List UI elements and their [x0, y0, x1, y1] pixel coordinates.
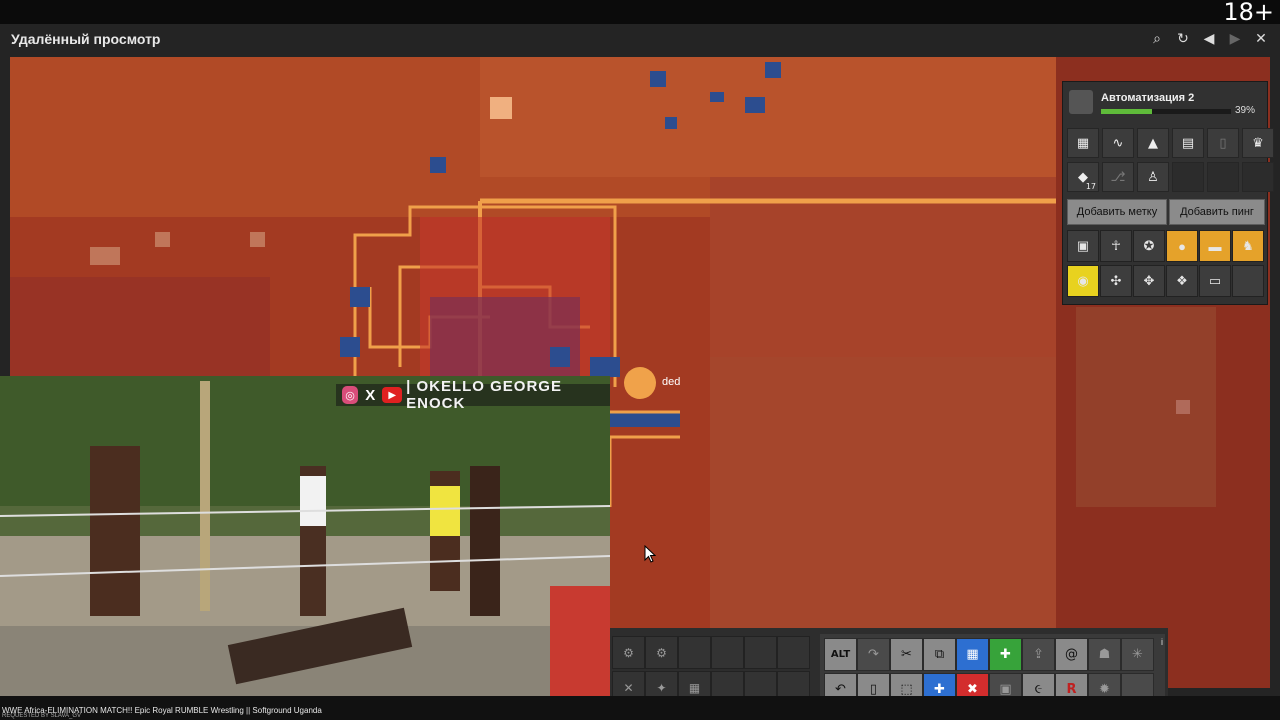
youtube-icon: ▶ [382, 387, 403, 403]
walker-icon[interactable]: ☥ [1100, 230, 1132, 262]
window-title: Удалённый просмотр [11, 31, 161, 47]
mouse-cursor-icon [644, 545, 656, 563]
map-pin-icon[interactable]: ◉ [1067, 265, 1099, 297]
empty-slot [1207, 162, 1239, 192]
person-icon[interactable]: ♙ [1137, 162, 1169, 192]
player-marker[interactable] [624, 367, 656, 399]
copy-icon[interactable]: ⧉ [923, 638, 956, 671]
fire-icon[interactable]: ● [1166, 230, 1198, 262]
empty-slot [1172, 162, 1204, 192]
pulse-icon[interactable]: ∿ [1102, 128, 1134, 158]
prev-icon[interactable]: ◀ [1198, 28, 1220, 50]
graduation-icon[interactable]: ◆ 17 [1067, 162, 1099, 192]
search-icon[interactable]: ⌕ [1146, 28, 1168, 50]
quickbar-slot[interactable]: ⚙ [645, 636, 678, 669]
rocket-icon[interactable]: ▲ [1137, 128, 1169, 158]
info-icon[interactable]: i [1161, 637, 1163, 647]
graduation-count: 17 [1085, 182, 1096, 191]
quickbar-slot[interactable] [744, 636, 777, 669]
redo-icon[interactable]: ↷ [857, 638, 890, 671]
video-overlay[interactable]: ◎ X ▶ | OKELLO GEORGE ENOCK [0, 376, 610, 706]
quickbar-slot[interactable] [711, 636, 744, 669]
blueprint-book-icon[interactable]: ▦ [956, 638, 989, 671]
creature-icon[interactable]: ❖ [1166, 265, 1198, 297]
empty-tag-slot [1232, 265, 1264, 297]
automation-row-2: ◆ 17 ⎇ ♙ [1067, 162, 1274, 192]
upgrade-icon[interactable]: ⇪ [1022, 638, 1055, 671]
add-tag-button[interactable]: Добавить метку [1067, 199, 1167, 225]
green-planner-icon[interactable]: ✚ [989, 638, 1022, 671]
automation-title: Автоматизация 2 [1101, 92, 1195, 104]
alt-mode-button[interactable]: ALT [824, 638, 857, 671]
trash-icon[interactable]: ▯ [1207, 128, 1239, 158]
quickbar-slot[interactable] [678, 636, 711, 669]
window-controls: ⌕ ↻ ◀ ▶ ✕ [1146, 28, 1272, 50]
quickbar-slot[interactable]: ⚙ [612, 636, 645, 669]
quickbar-slots: ⚙ ⚙ ✕ ✦ ▦ [612, 636, 810, 704]
automation-progress-fill [1101, 109, 1152, 114]
refresh-icon[interactable]: ↻ [1172, 28, 1194, 50]
tank-icon[interactable]: ▬ [1199, 230, 1231, 262]
empty-slot [1242, 162, 1274, 192]
trophy-icon[interactable]: ♛ [1242, 128, 1274, 158]
close-icon[interactable]: ✕ [1250, 28, 1272, 50]
top-bar: 18+ [0, 0, 1280, 26]
automation-progress [1101, 109, 1231, 114]
cut-icon[interactable]: ✂ [890, 638, 923, 671]
network-icon[interactable]: ⎇ [1102, 162, 1134, 192]
spider-icon[interactable]: ✳ [1121, 638, 1154, 671]
automation-progress-text: 39% [1234, 105, 1255, 116]
mech-icon[interactable]: ✣ [1100, 265, 1132, 297]
player-label: ded [662, 376, 681, 388]
add-ping-button[interactable]: Добавить пинг [1169, 199, 1265, 225]
quickbar-slot[interactable] [777, 636, 810, 669]
video-subcaption: REQUESTED BY SLAVA_GV [2, 713, 82, 719]
grid-icon[interactable]: ▦ [1067, 128, 1099, 158]
book-icon[interactable]: ▤ [1172, 128, 1204, 158]
vehicle-icon[interactable]: ▭ [1199, 265, 1231, 297]
figure-icon[interactable]: ♞ [1232, 230, 1264, 262]
bug-icon[interactable]: ✥ [1133, 265, 1165, 297]
age-rating-badge: 18+ [1223, 0, 1274, 26]
instagram-icon: ◎ [342, 386, 359, 404]
next-icon[interactable]: ▶ [1224, 28, 1246, 50]
channel-name: | OKELLO GEORGE ENOCK [406, 378, 562, 412]
tag-icon-grid: ▣ ☥ ✪ ● ▬ ♞ ◉ ✣ ✥ ❖ ▭ [1067, 230, 1264, 297]
spiral-icon[interactable]: @ [1055, 638, 1088, 671]
video-frame [0, 376, 610, 706]
automation-panel: Автоматизация 2 39% ▦ ∿ ▲ ▤ ▯ ♛ ◆ 17 ⎇ ♙ … [1062, 81, 1274, 305]
robot-head-icon[interactable]: ▣ [1067, 230, 1099, 262]
social-overlay: ◎ X ▶ | OKELLO GEORGE ENOCK [336, 378, 610, 412]
automation-icon [1069, 90, 1093, 114]
gear-robot-icon[interactable]: ✪ [1133, 230, 1165, 262]
robot-icon[interactable]: ☗ [1088, 638, 1121, 671]
automation-row-1: ▦ ∿ ▲ ▤ ▯ ♛ [1067, 128, 1274, 158]
x-icon: X [365, 386, 376, 404]
